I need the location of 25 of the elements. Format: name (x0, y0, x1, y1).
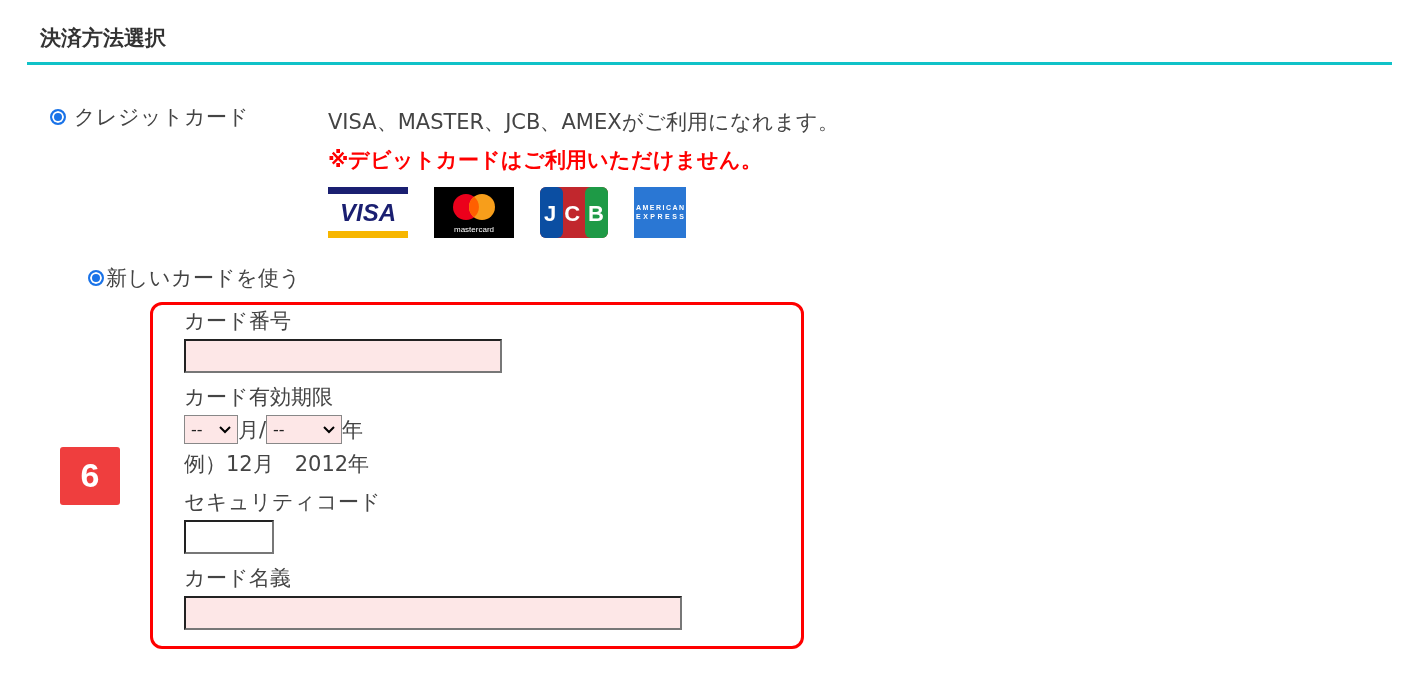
step-badge: 6 (60, 446, 120, 505)
input-field[interactable] (184, 339, 502, 373)
chevron-down-icon (323, 425, 336, 434)
warning-text: ※デビットカードはご利用いただけません。 (328, 147, 764, 174)
field-label: セキュリティコード (184, 489, 382, 516)
field-label: カード名義 (184, 565, 292, 592)
visa-logo: VISA (328, 187, 408, 238)
unit-label: 月 (238, 416, 259, 444)
radio-button[interactable] (88, 270, 104, 286)
field-label: カード有効期限 (184, 384, 334, 411)
radio-button[interactable] (50, 109, 66, 125)
option-label[interactable]: 新しいカードを使う (106, 264, 301, 292)
month-select[interactable]: -- (184, 415, 238, 444)
mastercard-logo: mastercard (434, 187, 514, 238)
field-label: カード番号 (184, 308, 292, 335)
input-field[interactable] (184, 596, 682, 630)
separator: / (259, 417, 267, 442)
input-field[interactable] (184, 520, 274, 554)
unit-label: 年 (342, 416, 364, 444)
section-title: 決済方法選択 (40, 25, 167, 52)
year-select[interactable]: -- (266, 415, 343, 444)
example-text: 例）12月 2012年 (184, 451, 371, 478)
chevron-down-icon (219, 425, 231, 434)
option-label[interactable]: クレジットカード (74, 103, 249, 131)
card-note: VISA、MASTER、JCB、AMEXがご利用になれます。 (328, 109, 839, 136)
